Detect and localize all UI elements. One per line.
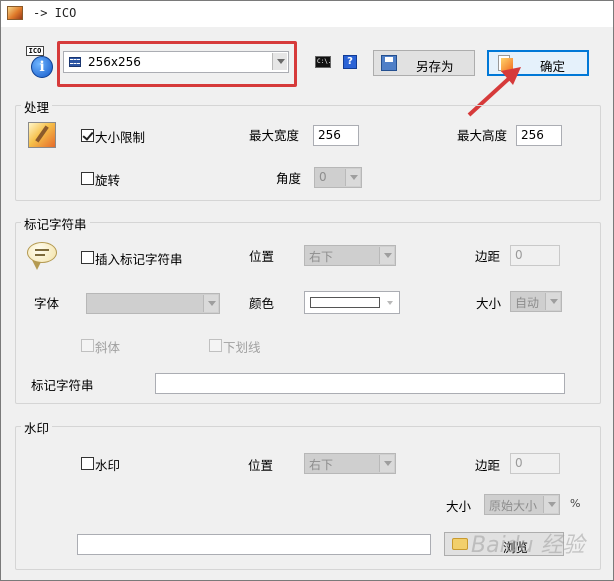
watermark-margin-field[interactable]: 0 bbox=[510, 453, 560, 474]
resize-tool-icon bbox=[28, 122, 56, 148]
angle-label: 角度 bbox=[276, 171, 302, 186]
watermark-size-select[interactable]: 原始大小 bbox=[484, 494, 560, 515]
watermark-margin-label: 边距 bbox=[475, 458, 501, 473]
insert-tag-string-label: 插入标记字符串 bbox=[95, 252, 183, 267]
rotate-checkbox[interactable] bbox=[81, 172, 94, 185]
watermark-position-select[interactable]: 右下 bbox=[304, 453, 396, 474]
watermark-label: 水印 bbox=[95, 458, 121, 473]
chevron-down-icon[interactable] bbox=[379, 247, 394, 264]
app-icon bbox=[7, 6, 23, 20]
ok-label: 确定 bbox=[540, 59, 566, 74]
color-label: 颜色 bbox=[249, 296, 275, 311]
size-limit-label: 大小限制 bbox=[95, 130, 146, 145]
save-as-button[interactable]: 另存为 bbox=[373, 50, 475, 76]
folder-icon bbox=[452, 538, 468, 550]
angle-select[interactable]: 0 bbox=[314, 167, 362, 188]
underline-checkbox[interactable] bbox=[209, 339, 222, 352]
tag-size-value: 自动 bbox=[515, 296, 540, 310]
save-as-label: 另存为 bbox=[416, 59, 454, 74]
rotate-label: 旋转 bbox=[95, 173, 121, 188]
max-width-field[interactable]: 256 bbox=[313, 125, 359, 146]
italic-checkbox[interactable] bbox=[81, 339, 94, 352]
tag-string-text-field[interactable] bbox=[155, 373, 565, 394]
tag-string-group-title: 标记字符串 bbox=[21, 214, 90, 233]
watermark-checkbox[interactable] bbox=[81, 457, 94, 470]
ico-info-icon: ICO i bbox=[26, 46, 54, 80]
color-picker[interactable] bbox=[304, 291, 400, 314]
browse-button[interactable]: 浏览 bbox=[444, 532, 564, 556]
window-title: -> ICO bbox=[33, 6, 77, 20]
chevron-down-icon[interactable] bbox=[203, 295, 218, 312]
annotation-highlight-box bbox=[57, 41, 297, 87]
floppy-disk-icon bbox=[381, 55, 397, 71]
max-width-label: 最大宽度 bbox=[249, 128, 300, 143]
font-select[interactable] bbox=[86, 293, 220, 314]
tag-position-label: 位置 bbox=[249, 249, 275, 264]
tag-string-text-label: 标记字符串 bbox=[31, 378, 94, 393]
watermark-position-value: 右下 bbox=[309, 458, 334, 472]
angle-value: 0 bbox=[319, 170, 327, 184]
chevron-down-icon[interactable] bbox=[545, 293, 560, 310]
command-line-icon[interactable]: C:\. bbox=[315, 56, 331, 68]
tag-margin-field[interactable]: 0 bbox=[510, 245, 560, 266]
italic-label: 斜体 bbox=[95, 340, 121, 355]
tag-position-value: 右下 bbox=[309, 250, 334, 264]
processing-group-title: 处理 bbox=[21, 97, 53, 116]
color-swatch bbox=[310, 297, 380, 308]
speech-bubble-icon bbox=[27, 242, 59, 272]
tag-margin-label: 边距 bbox=[475, 249, 501, 264]
help-icon[interactable]: ? bbox=[343, 55, 357, 69]
insert-tag-string-checkbox[interactable] bbox=[81, 251, 94, 264]
font-label: 字体 bbox=[34, 296, 60, 311]
chevron-down-icon[interactable] bbox=[543, 496, 558, 513]
underline-label: 下划线 bbox=[223, 340, 261, 355]
size-limit-checkbox[interactable] bbox=[81, 129, 94, 142]
watermark-position-label: 位置 bbox=[248, 458, 274, 473]
tag-size-label: 大小 bbox=[476, 296, 502, 311]
chevron-down-icon[interactable] bbox=[345, 169, 360, 186]
title-bar[interactable]: -> ICO bbox=[1, 1, 613, 27]
chevron-down-icon[interactable] bbox=[379, 455, 394, 472]
tag-size-select[interactable]: 自动 bbox=[510, 291, 562, 312]
ico-conversion-dialog: -> ICO ICO i 256x256 C:\. ? 另存为 确定 处理 大小… bbox=[0, 0, 614, 581]
browse-label: 浏览 bbox=[503, 540, 529, 555]
watermark-size-value: 原始大小 bbox=[489, 499, 538, 513]
watermark-file-path-field[interactable] bbox=[77, 534, 431, 555]
percent-symbol: % bbox=[570, 497, 581, 510]
chevron-down-icon bbox=[387, 301, 393, 305]
tag-position-select[interactable]: 右下 bbox=[304, 245, 396, 266]
max-height-field[interactable]: 256 bbox=[516, 125, 562, 146]
watermark-size-label: 大小 bbox=[446, 499, 472, 514]
max-height-label: 最大高度 bbox=[457, 128, 508, 143]
watermark-group-title: 水印 bbox=[21, 418, 53, 437]
